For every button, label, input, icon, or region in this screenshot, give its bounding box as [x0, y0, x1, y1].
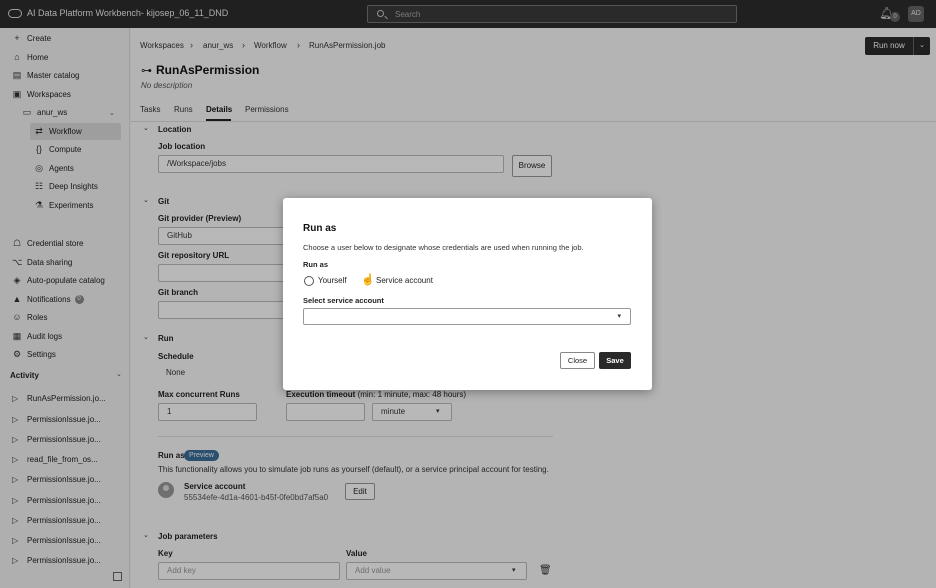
- run-as-dialog: Run as Choose a user below to designate …: [283, 198, 652, 390]
- radio-service-account-label[interactable]: Service account: [376, 276, 433, 285]
- run-as-label: Run as: [303, 260, 329, 269]
- select-service-account-label: Select service account: [303, 296, 384, 305]
- close-button[interactable]: Close: [560, 352, 595, 369]
- dialog-title: Run as: [303, 223, 337, 234]
- dialog-description: Choose a user below to designate whose c…: [303, 243, 584, 252]
- save-button[interactable]: Save: [599, 352, 631, 369]
- service-account-select[interactable]: ▾: [303, 308, 631, 325]
- caret-down-icon: ▾: [617, 313, 621, 320]
- radio-yourself-label[interactable]: Yourself: [318, 276, 347, 285]
- hand-cursor-icon: ☝: [361, 274, 375, 286]
- radio-yourself[interactable]: [304, 276, 314, 286]
